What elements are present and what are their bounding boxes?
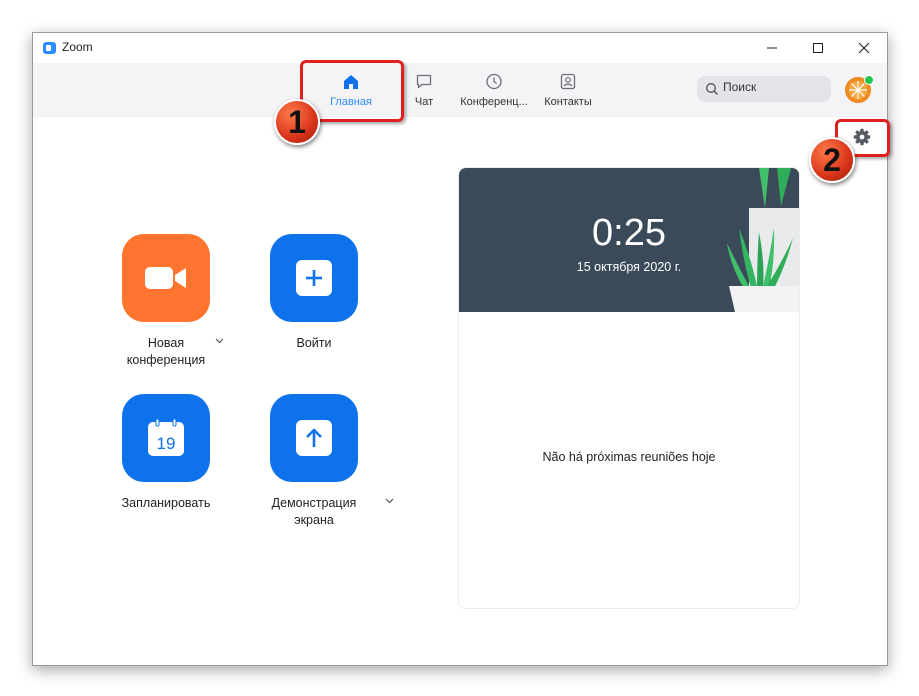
search-input[interactable] — [723, 80, 823, 94]
schedule-button[interactable]: 19 — [122, 394, 210, 482]
chevron-down-icon[interactable] — [385, 498, 394, 504]
close-icon — [858, 42, 870, 54]
clock-icon — [486, 73, 502, 90]
annotation-badge-2: 2 — [809, 137, 855, 183]
share-screen-label-line1: Демонстрация — [271, 496, 357, 510]
calendar-day: 19 — [157, 434, 176, 453]
tab-contacts[interactable]: Контакты — [528, 73, 608, 108]
share-screen-action[interactable]: Демонстрация экрана — [244, 394, 394, 529]
tab-contacts-label: Контакты — [544, 96, 592, 108]
calendar-icon: 19 — [148, 419, 184, 456]
search-icon — [706, 83, 718, 95]
share-screen-label: Демонстрация экрана — [272, 495, 357, 529]
zoom-logo-icon — [43, 42, 56, 54]
join-label: Войти — [296, 336, 332, 350]
annotation-badge-1: 1 — [274, 99, 320, 145]
video-camera-icon — [145, 267, 186, 289]
close-button[interactable] — [841, 33, 887, 63]
share-arrow-icon — [296, 420, 332, 456]
contacts-icon — [560, 73, 576, 90]
join-action[interactable]: Войти — [244, 234, 384, 352]
new-meeting-action[interactable]: Новая конференция — [96, 234, 236, 369]
tab-meetings[interactable]: Конференц... — [454, 73, 534, 108]
window-title: Zoom — [62, 40, 93, 54]
upcoming-meetings-panel: 0:25 15 октября 2020 г. Não há próximas … — [458, 167, 800, 609]
search-box[interactable] — [697, 76, 831, 102]
tab-chat-label: Чат — [414, 96, 434, 108]
clock-banner: 0:25 15 октября 2020 г. — [459, 168, 799, 312]
schedule-action[interactable]: 19 Запланировать — [96, 394, 236, 512]
new-meeting-label: Новая конференция — [127, 335, 205, 369]
tab-meetings-label: Конференц... — [460, 96, 528, 108]
maximize-icon — [813, 43, 823, 53]
current-time: 0:25 — [592, 212, 666, 254]
new-meeting-button[interactable] — [122, 234, 210, 322]
share-screen-button[interactable] — [270, 394, 358, 482]
title-bar: Zoom — [33, 33, 887, 63]
zoom-window: Zoom Главная Чат Конференц... Контакты П… — [32, 32, 888, 666]
new-meeting-label-line2: конференция — [126, 353, 206, 367]
current-date: 15 октября 2020 г. — [576, 260, 682, 274]
empty-meetings-message: Não há próximas reuniões hoje — [542, 450, 716, 464]
plus-icon — [296, 260, 332, 296]
share-screen-label-line2: экрана — [294, 513, 334, 527]
minimize-button[interactable] — [749, 33, 795, 63]
maximize-button[interactable] — [795, 33, 841, 63]
online-status-badge — [864, 75, 874, 85]
chat-icon — [416, 74, 432, 89]
main-toolbar: Главная Чат Конференц... Контакты — [33, 63, 887, 117]
join-button[interactable] — [270, 234, 358, 322]
schedule-label: Запланировать — [121, 496, 211, 510]
new-meeting-label-line1: Новая — [147, 336, 185, 350]
chevron-down-icon[interactable] — [215, 338, 224, 344]
minimize-icon — [767, 47, 777, 49]
